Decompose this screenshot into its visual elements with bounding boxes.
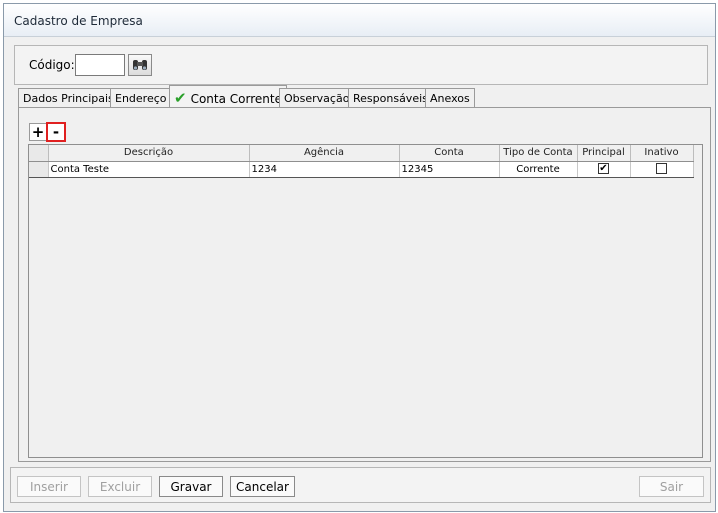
excluir-button[interactable]: Excluir: [88, 476, 152, 497]
tab-observacao[interactable]: Observação: [279, 88, 355, 107]
tab-label: Dados Principais: [23, 92, 114, 105]
header-panel: Código:: [14, 45, 708, 85]
conta-corrente-panel: + - Descrição Agência Conta Tipo de Cont…: [18, 107, 711, 462]
cell-inativo[interactable]: [630, 161, 694, 178]
cell-principal[interactable]: ✔: [577, 161, 631, 178]
principal-checkbox[interactable]: ✔: [598, 163, 609, 175]
tab-responsaveis[interactable]: Responsáveis: [348, 88, 433, 107]
search-button[interactable]: [128, 54, 152, 76]
table-header-row: Descrição Agência Conta Tipo de Conta Pr…: [29, 145, 694, 162]
column-header-tipo-conta[interactable]: Tipo de Conta: [499, 145, 578, 162]
tab-label: Conta Corrente: [190, 92, 282, 106]
inserir-button[interactable]: Inserir: [17, 476, 81, 497]
title-bar: Cadastro de Empresa: [4, 4, 715, 37]
cell-agencia[interactable]: 1234: [249, 161, 400, 178]
tab-label: Responsáveis: [353, 92, 428, 105]
checkmark-icon: ✔: [174, 89, 187, 107]
binoculars-icon: [133, 60, 147, 70]
sair-button[interactable]: Sair: [639, 476, 704, 497]
cell-descricao[interactable]: Conta Teste: [48, 161, 250, 178]
column-header-conta[interactable]: Conta: [399, 145, 500, 162]
gravar-button[interactable]: Gravar: [159, 476, 223, 497]
table-row[interactable]: Conta Teste 1234 12345 Corrente ✔: [29, 161, 694, 178]
tab-anexos[interactable]: Anexos: [425, 88, 475, 107]
column-header-principal[interactable]: Principal: [577, 145, 631, 162]
tab-label: Endereço: [115, 92, 167, 105]
inativo-checkbox[interactable]: [656, 163, 667, 175]
row-selector[interactable]: [29, 161, 49, 178]
column-header-descricao[interactable]: Descrição: [48, 145, 250, 162]
row-selector-header: [29, 145, 49, 162]
codigo-label: Código:: [29, 58, 75, 72]
column-header-agencia[interactable]: Agência: [249, 145, 400, 162]
codigo-input[interactable]: [75, 54, 125, 76]
cadastro-empresa-window: Cadastro de Empresa Código: Dados Princi…: [3, 3, 716, 512]
contas-grid[interactable]: Descrição Agência Conta Tipo de Conta Pr…: [28, 144, 703, 458]
tab-conta-corrente[interactable]: ✔ Conta Corrente: [169, 85, 287, 108]
cell-tipo-conta[interactable]: Corrente: [499, 161, 578, 178]
tab-dados-principais[interactable]: Dados Principais: [18, 88, 119, 107]
cancelar-button[interactable]: Cancelar: [230, 476, 295, 497]
footer-toolbar: Inserir Excluir Gravar Cancelar Sair: [10, 467, 711, 503]
cell-conta[interactable]: 12345: [399, 161, 500, 178]
tab-endereco[interactable]: Endereço: [110, 88, 172, 107]
contas-table: Descrição Agência Conta Tipo de Conta Pr…: [29, 145, 694, 178]
tab-label: Observação: [284, 92, 350, 105]
window-title: Cadastro de Empresa: [14, 14, 143, 28]
tab-label: Anexos: [430, 92, 470, 105]
add-row-button[interactable]: +: [29, 123, 47, 141]
column-header-inativo[interactable]: Inativo: [630, 145, 694, 162]
remove-row-button[interactable]: -: [46, 122, 66, 142]
